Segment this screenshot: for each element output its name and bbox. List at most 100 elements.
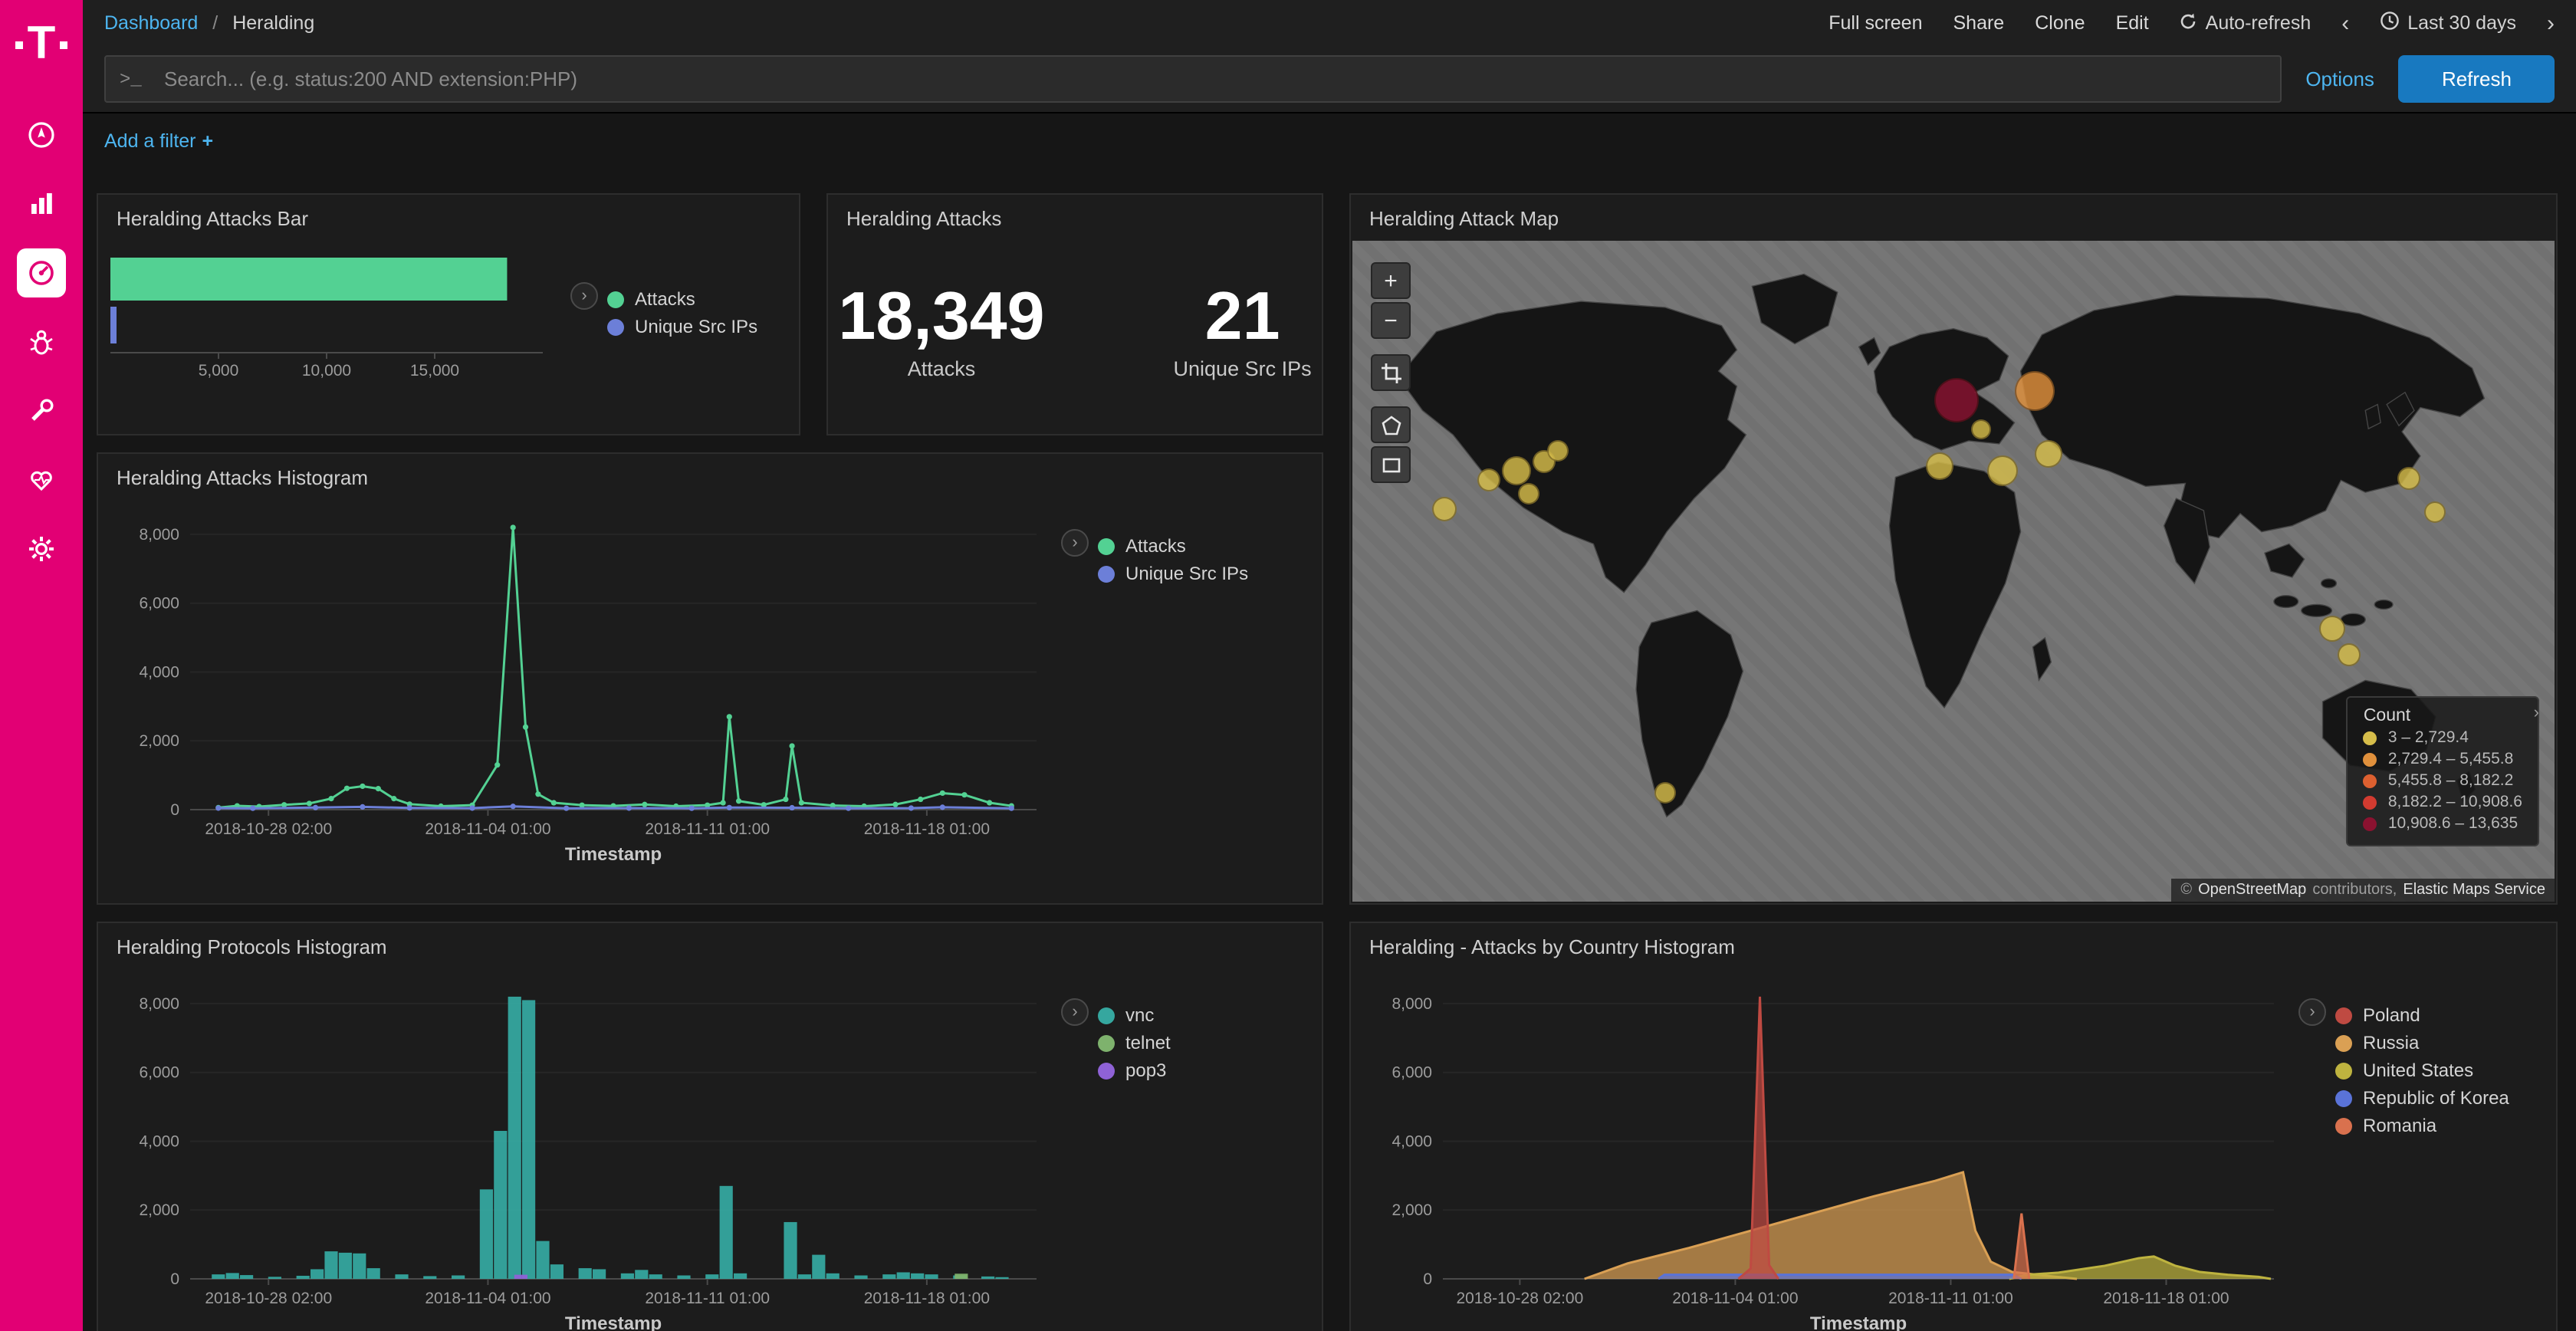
legend-item[interactable]: 2,729.4 – 5,455.8 (2364, 750, 2522, 768)
map-marker[interactable] (2397, 467, 2420, 490)
legend-label: Unique Src IPs (1125, 563, 1248, 584)
openstreetmap-link[interactable]: OpenStreetMap (2198, 882, 2306, 899)
sidebar-item-health[interactable] (17, 455, 66, 504)
query-prompt-icon: >_ (120, 68, 142, 90)
sidebar-item-settings[interactable] (17, 524, 66, 573)
clone-button[interactable]: Clone (2035, 12, 2085, 34)
svg-text:8,000: 8,000 (139, 995, 179, 1013)
map-marker[interactable] (1987, 456, 2018, 487)
map-draw-rectangle-button[interactable] (1371, 446, 1411, 483)
legend-dot-icon (2364, 795, 2377, 809)
panel-title: Heralding Attack Map (1351, 195, 2556, 236)
options-link[interactable]: Options (2305, 67, 2374, 90)
legend-item[interactable]: vnc (1098, 1004, 1316, 1026)
svg-text:4,000: 4,000 (139, 663, 179, 681)
refresh-button[interactable]: Refresh (2399, 55, 2555, 103)
attack-map[interactable]: + − Count (1352, 241, 2555, 902)
wrench-icon (26, 396, 57, 426)
legend-item[interactable]: 5,455.8 – 8,182.2 (2364, 771, 2522, 790)
legend-item[interactable]: 8,182.2 – 10,908.6 (2364, 793, 2522, 811)
legend-collapse-icon[interactable]: › (2534, 704, 2539, 722)
map-fit-bounds-button[interactable] (1371, 354, 1411, 391)
legend-label: Attacks (1125, 535, 1186, 557)
map-marker[interactable] (1654, 783, 1676, 804)
legend-expand-icon[interactable]: › (570, 282, 598, 310)
map-draw-polygon-button[interactable] (1371, 406, 1411, 443)
map-marker[interactable] (2035, 440, 2062, 468)
legend-item[interactable]: 3 – 2,729.4 (2364, 728, 2522, 747)
search-input[interactable] (104, 55, 2281, 103)
legend-label: Attacks (635, 288, 695, 310)
legend-label: Poland (2363, 1004, 2420, 1026)
svg-text:2,000: 2,000 (139, 732, 179, 750)
metric-label: Unique Src IPs (1174, 357, 1312, 380)
map-marker[interactable] (1935, 378, 1980, 422)
svg-text:0: 0 (170, 801, 179, 819)
filter-bar: Add a filter+ (83, 113, 2576, 159)
map-marker[interactable] (1518, 482, 1539, 504)
legend-item[interactable]: Unique Src IPs (1098, 563, 1316, 584)
map-marker[interactable] (1925, 452, 1953, 480)
sidebar-item-dashboard[interactable] (17, 248, 66, 297)
legend-item[interactable]: Republic of Korea (2335, 1087, 2550, 1109)
legend-item[interactable]: pop3 (1098, 1060, 1316, 1081)
map-marker[interactable] (2319, 616, 2345, 642)
legend-item[interactable]: Unique Src IPs (607, 316, 793, 337)
legend-item[interactable]: Attacks (1098, 535, 1316, 557)
time-forward-chevron[interactable]: › (2547, 12, 2555, 35)
legend-item[interactable]: telnet (1098, 1032, 1316, 1053)
full-screen-button[interactable]: Full screen (1829, 12, 1922, 34)
legend-expand-icon[interactable]: › (1061, 529, 1089, 557)
map-marker[interactable] (1547, 440, 1569, 462)
sidebar-item-tools[interactable] (17, 386, 66, 435)
map-marker[interactable] (2014, 372, 2054, 412)
svg-text:2018-11-04 01:00: 2018-11-04 01:00 (1672, 1290, 1798, 1307)
legend-item[interactable]: 10,908.6 – 13,635 (2364, 814, 2522, 833)
map-zoom-in-button[interactable]: + (1371, 262, 1411, 299)
logo-square (15, 41, 23, 48)
map-legend-items: 3 – 2,729.4 2,729.4 – 5,455.8 5,455.8 – 8,… (2364, 728, 2522, 833)
svg-text:2018-11-18 01:00: 2018-11-18 01:00 (864, 820, 990, 838)
svg-text:4,000: 4,000 (139, 1132, 179, 1150)
legend-item[interactable]: United States (2335, 1060, 2550, 1081)
legend-dot-icon (2364, 752, 2377, 766)
elastic-maps-service-link[interactable]: Elastic Maps Service (2403, 882, 2545, 899)
country-histogram-chart[interactable]: 02,0004,0006,0008,0002018-10-28 02:00201… (1357, 965, 2292, 1331)
attacks-bar-chart[interactable]: 5,00010,00015,000 (104, 236, 564, 396)
time-back-chevron[interactable]: ‹ (2341, 12, 2349, 35)
add-filter-link[interactable]: Add a filter+ (104, 130, 213, 152)
sidebar-item-discover[interactable] (17, 110, 66, 159)
auto-refresh-button[interactable]: Auto-refresh (2180, 12, 2312, 35)
breadcrumb-dashboard-link[interactable]: Dashboard (104, 12, 198, 34)
time-picker-button[interactable]: Last 30 days (2380, 11, 2516, 35)
gear-icon (26, 534, 57, 564)
legend-expand-icon[interactable]: › (2298, 998, 2326, 1026)
telekom-logo[interactable]: T (0, 0, 83, 89)
protocols-histogram-chart[interactable]: 02,0004,0006,0008,0002018-10-28 02:00201… (104, 965, 1055, 1331)
attacks-histogram-chart[interactable]: 02,0004,0006,0008,0002018-10-28 02:00201… (104, 495, 1055, 882)
legend-item[interactable]: Romania (2335, 1115, 2550, 1136)
legend-item[interactable]: Russia (2335, 1032, 2550, 1053)
legend-expand-icon[interactable]: › (1061, 998, 1089, 1026)
map-marker[interactable] (1971, 419, 1991, 439)
legend-label: Unique Src IPs (635, 316, 757, 337)
sidebar-item-honeypot[interactable] (17, 317, 66, 366)
legend-item[interactable]: Poland (2335, 1004, 2550, 1026)
sidebar-item-visualize[interactable] (17, 179, 66, 228)
metric-value: 21 (1174, 282, 1312, 353)
map-marker[interactable] (1478, 468, 1501, 491)
map-marker[interactable] (1503, 457, 1532, 486)
svg-text:8,000: 8,000 (139, 526, 179, 544)
legend-item[interactable]: Attacks (607, 288, 793, 310)
panel-heralding-attacks-bar: Heralding Attacks Bar 5,00010,00015,000 … (97, 193, 800, 435)
map-marker[interactable] (2338, 643, 2361, 666)
metric-attacks: 18,349 Attacks (838, 282, 1044, 380)
edit-button[interactable]: Edit (2116, 12, 2149, 34)
top-nav: Dashboard / Heralding Full screen Share … (83, 0, 2576, 46)
share-button[interactable]: Share (1953, 12, 2005, 34)
legend-dot-icon (1098, 1007, 1115, 1024)
map-zoom-out-button[interactable]: − (1371, 302, 1411, 339)
svg-text:2018-10-28 02:00: 2018-10-28 02:00 (205, 1290, 332, 1307)
map-marker[interactable] (2425, 501, 2446, 522)
map-marker[interactable] (1433, 496, 1457, 521)
